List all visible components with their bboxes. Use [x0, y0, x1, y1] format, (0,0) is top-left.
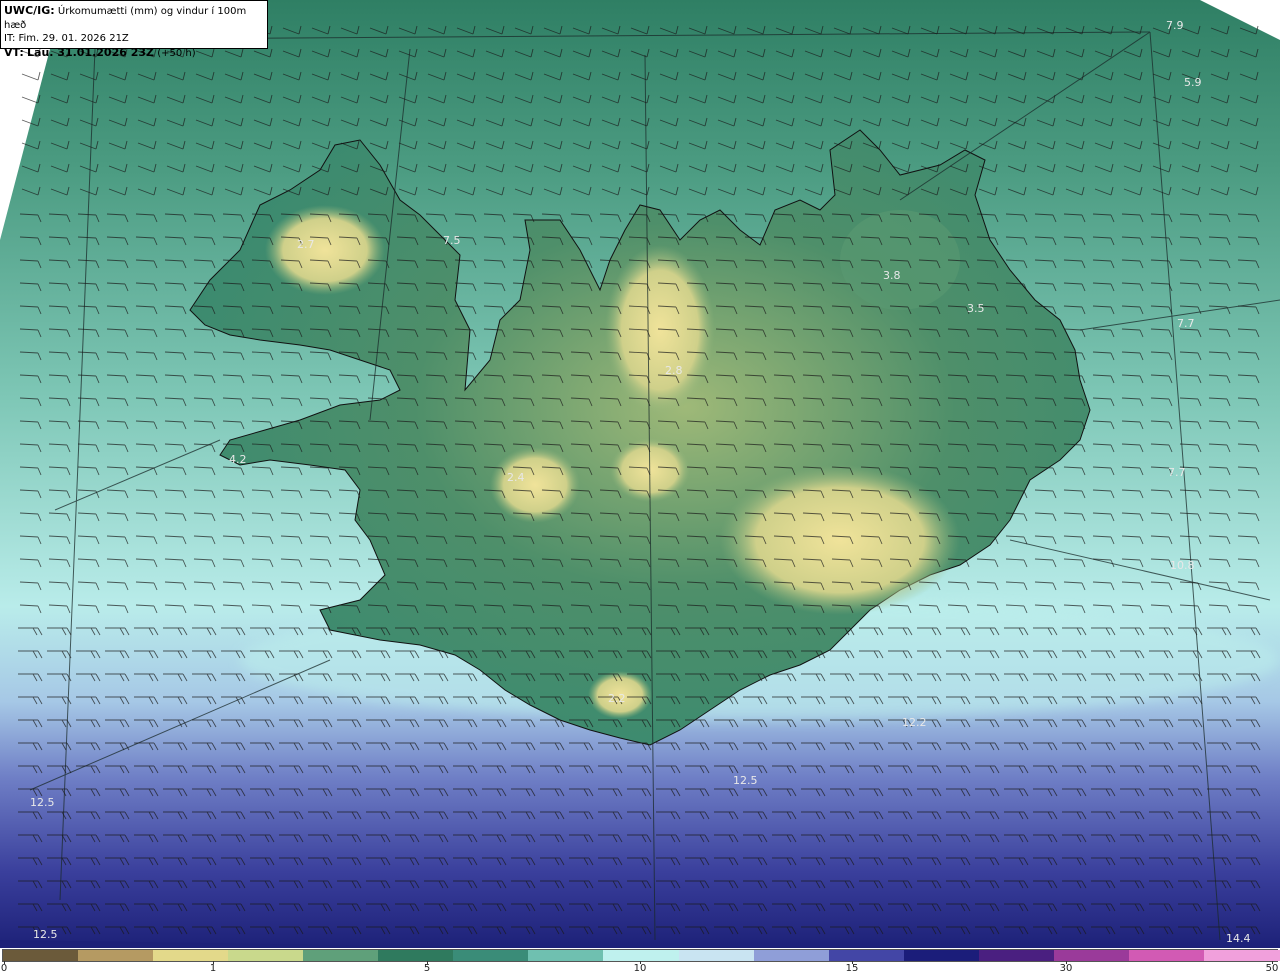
value-label: 2.8 [665, 364, 683, 377]
value-label: 12.5 [30, 796, 55, 809]
map-canvas: 7.9 5.9 2.7 7.5 3.8 3.5 7.7 2.8 4.2 2.4 7.7 10.8 2.2… [0, 0, 1280, 948]
value-label: 3.8 [883, 269, 901, 282]
langjokull [490, 447, 580, 523]
colorbar-tick-label: 10 [633, 963, 647, 974]
model-name: UWC/IG: [4, 4, 55, 17]
colorbar-segment [303, 950, 380, 961]
colorbar-segment [378, 950, 455, 961]
colorbar-segment [1203, 950, 1280, 961]
initial-time: IT: Fim. 29. 01. 2026 21Z [4, 33, 129, 44]
colorbar-segment [1128, 950, 1205, 961]
colorbar-segment [153, 950, 230, 961]
value-label: 12.2 [902, 716, 927, 729]
value-label: 2.2 [608, 692, 626, 705]
valid-prefix: VT: [4, 45, 24, 59]
colorbar-tick-label: 5 [423, 963, 431, 974]
info-box: UWC/IG: Úrkomumætti (mm) og vindur í 100… [0, 0, 268, 59]
value-label: 7.9 [1166, 19, 1184, 32]
colorbar-segment [1053, 950, 1130, 961]
valid-time: Lau. 31.01.2026 23Z [27, 45, 154, 59]
colorbar-tick-label: 1 [209, 963, 217, 974]
colorbar-segment [78, 950, 155, 961]
colorbar: 0 1 5 10 15 30 50 [0, 948, 1280, 978]
colorbar-segment [828, 950, 905, 961]
vatnajokull [720, 465, 960, 615]
value-label: 14.4 [1226, 932, 1251, 945]
value-label: 12.5 [733, 774, 758, 787]
colorbar-segment [603, 950, 680, 961]
value-label: 3.5 [967, 302, 985, 315]
value-label: 12.5 [33, 928, 58, 941]
colorbar-segment [978, 950, 1055, 961]
colorbar-tick-label: 15 [845, 963, 859, 974]
colorbar-segment [678, 950, 755, 961]
colorbar-tick-label: 50 [1265, 963, 1279, 974]
colorbar-segment [3, 950, 80, 961]
value-label: 7.7 [1177, 317, 1195, 330]
colorbar-segment [228, 950, 305, 961]
westfjords-high [265, 205, 385, 295]
value-label: 2.4 [507, 471, 525, 484]
colorbar-tick-label: 30 [1059, 963, 1073, 974]
colorbar-segment [753, 950, 830, 961]
value-label: 7.5 [443, 234, 461, 247]
precipitable-water-map[interactable]: 7.9 5.9 2.7 7.5 3.8 3.5 7.7 2.8 4.2 2.4 7.7 10.8 2.2… [0, 0, 1280, 948]
colorbar-segment [903, 950, 980, 961]
value-label: 10.8 [1170, 559, 1195, 572]
valid-time-line: VT: Lau. 31.01.2026 23Z (+50 h) [4, 46, 263, 61]
colorbar-segment [528, 950, 605, 961]
title-line: UWC/IG: Úrkomumætti (mm) og vindur í 100… [4, 4, 263, 32]
colorbar-tick-label: 0 [0, 963, 8, 974]
value-label: 5.9 [1184, 76, 1202, 89]
value-label: 4.2 [229, 453, 247, 466]
valid-offset: (+50 h) [157, 47, 196, 59]
value-label: 7.7 [1168, 466, 1186, 479]
colorbar-segment [453, 950, 530, 961]
value-label: 2.7 [297, 238, 315, 251]
